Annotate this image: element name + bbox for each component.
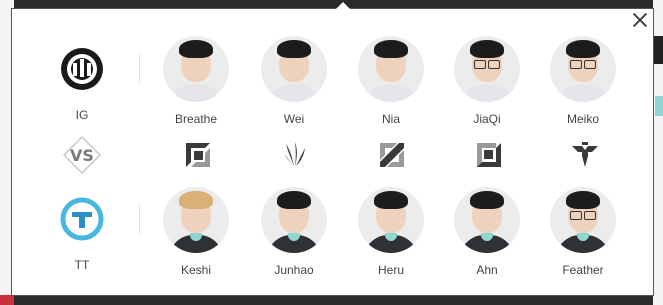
player-avatar xyxy=(358,36,424,102)
team-bottom[interactable]: TT xyxy=(42,195,122,272)
player-name: Ahn xyxy=(476,263,498,277)
bot-lane-icon xyxy=(477,143,501,167)
player-avatar xyxy=(163,187,229,253)
player-name: JiaQi xyxy=(473,112,501,126)
player-avatar xyxy=(454,36,520,102)
svg-text:VS: VS xyxy=(70,146,94,165)
support-icon xyxy=(572,142,598,167)
player-card[interactable]: Ahn xyxy=(447,187,527,277)
ig-logo xyxy=(61,48,103,90)
close-icon[interactable] xyxy=(631,11,649,29)
player-avatar xyxy=(550,36,616,102)
player-name: Nia xyxy=(381,112,400,126)
background-page-right xyxy=(653,0,663,305)
player-card[interactable]: Breathe xyxy=(156,36,236,126)
team-top[interactable]: IG xyxy=(42,45,122,122)
player-card[interactable]: Nia xyxy=(351,36,431,126)
divider xyxy=(139,204,140,234)
player-name: Junhao xyxy=(274,263,314,277)
roster-popup: IG VS TT Breathe Wei Nia JiaQi Meiko Kes… xyxy=(11,2,654,296)
tt-logo xyxy=(60,197,104,241)
player-card[interactable]: Feather xyxy=(543,187,623,277)
player-avatar xyxy=(358,187,424,253)
background-fragment xyxy=(0,295,14,305)
player-name: Wei xyxy=(283,112,305,126)
player-name: Meiko xyxy=(566,112,599,126)
player-name: Heru xyxy=(377,263,404,277)
background-fragment xyxy=(0,96,10,108)
player-avatar xyxy=(550,187,616,253)
vs-icon: VS xyxy=(62,135,102,175)
player-name: Feather xyxy=(562,263,604,277)
jungle-icon xyxy=(284,142,305,167)
team-name: IG xyxy=(75,108,89,122)
player-card[interactable]: Heru xyxy=(351,187,431,277)
background-fragment xyxy=(655,96,663,116)
top-lane-icon xyxy=(186,143,210,167)
player-avatar xyxy=(261,36,327,102)
player-card[interactable]: Keshi xyxy=(156,187,236,277)
player-name: Keshi xyxy=(180,263,212,277)
player-card[interactable]: JiaQi xyxy=(447,36,527,126)
player-avatar xyxy=(454,187,520,253)
player-card[interactable]: Wei xyxy=(254,36,334,126)
background-fragment xyxy=(653,36,663,64)
divider xyxy=(139,54,140,84)
player-avatar xyxy=(163,36,229,102)
player-name: Breathe xyxy=(174,112,218,126)
popup-caret xyxy=(336,2,350,9)
player-avatar xyxy=(261,187,327,253)
mid-lane-icon xyxy=(380,143,404,167)
player-card[interactable]: Junhao xyxy=(254,187,334,277)
team-name: TT xyxy=(74,258,90,272)
player-card[interactable]: Meiko xyxy=(543,36,623,126)
